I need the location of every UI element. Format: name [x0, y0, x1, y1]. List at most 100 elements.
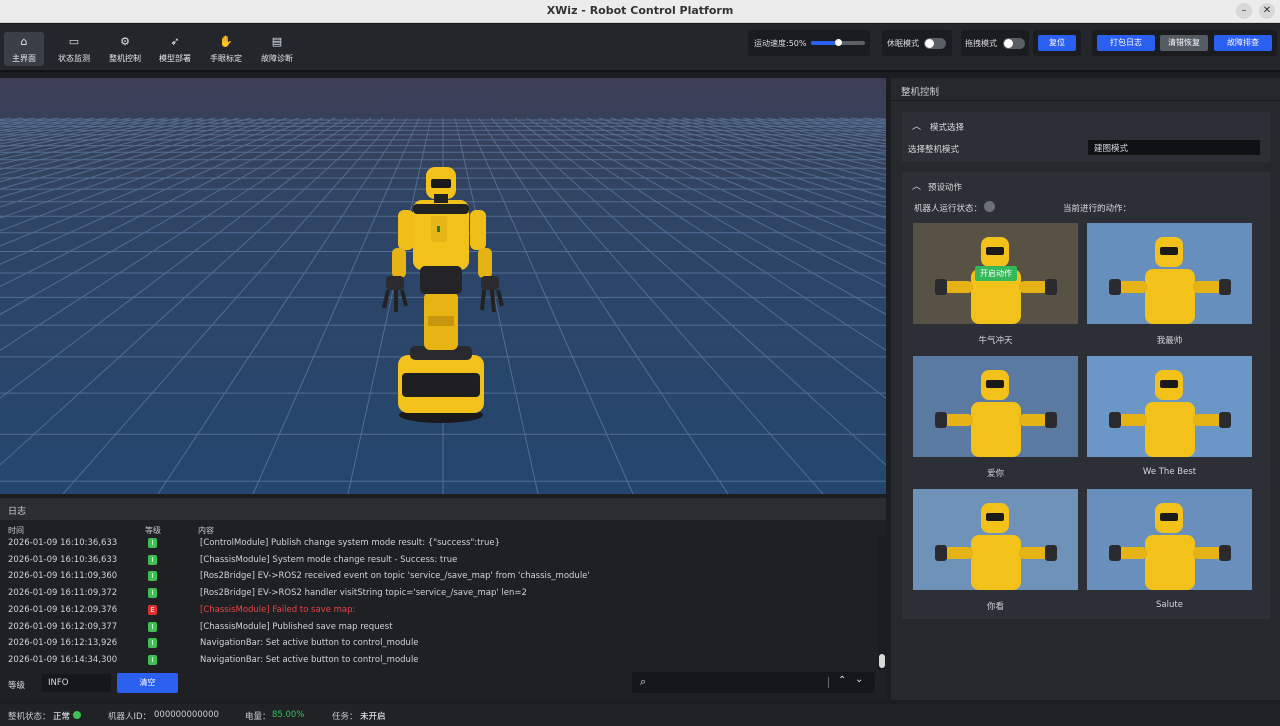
- robot-control-panel: 整机控制 ︿ 模式选择 选择整机模式 建图模式 ︿ 预设动作 机器人运行状态： …: [891, 78, 1280, 700]
- nav-hand-eye-calibration[interactable]: ✋ 手眼标定: [204, 32, 248, 66]
- pack-log-button[interactable]: 打包日志: [1097, 35, 1155, 51]
- log-row[interactable]: 2026-01-09 16:12:09,376 E [ChassisModule] …: [0, 602, 878, 618]
- log-scrollbar-thumb[interactable]: [879, 654, 885, 668]
- nav-fault-diagnosis-label: 故障诊断: [261, 54, 293, 63]
- mode-select-label: 选择整机模式: [908, 145, 960, 155]
- mode-section: ︿ 模式选择 选择整机模式 建图模式: [902, 112, 1270, 162]
- log-row[interactable]: 2026-01-09 16:11:09,372 I [Ros2Bridge] EV-…: [0, 585, 878, 601]
- search-next-button[interactable]: ⌄: [855, 674, 863, 685]
- state-label: 整机状态：: [8, 712, 51, 722]
- rocket-icon: ➶: [170, 35, 180, 48]
- log-level-badge: I: [148, 571, 157, 582]
- diagnosis-icon: ▤: [271, 35, 283, 48]
- log-scrollbar[interactable]: [878, 536, 886, 670]
- top-toolbar: ⌂ 主界面 ▭ 状态监测 ⚙ 整机控制 ➶ 模型部署 ✋ 手眼标定 ▤ 故障诊断…: [0, 24, 1280, 72]
- close-button[interactable]: ✕: [1259, 3, 1275, 19]
- clear-error-button[interactable]: 清错恢复: [1160, 35, 1208, 51]
- log-clear-button[interactable]: 清空: [117, 673, 178, 693]
- log-level-select[interactable]: INFO: [42, 674, 111, 692]
- robot-thumbnail: [913, 489, 1078, 590]
- action-card-image[interactable]: [1087, 489, 1252, 590]
- robot-thumbnail: [1087, 223, 1252, 324]
- reset-button[interactable]: 复位: [1038, 35, 1076, 51]
- troubleshoot-button[interactable]: 故障排查: [1214, 35, 1272, 51]
- log-time: 2026-01-09 16:14:34,300: [8, 654, 118, 665]
- mode-select[interactable]: 建图模式: [1088, 140, 1260, 155]
- log-time: 2026-01-09 16:12:09,376: [8, 604, 118, 615]
- nav-home[interactable]: ⌂ 主界面: [4, 32, 44, 66]
- speed-slider[interactable]: [811, 39, 865, 46]
- log-time: 2026-01-09 16:11:09,360: [8, 571, 118, 582]
- log-message: [ChassisModule] System mode change resul…: [200, 554, 458, 565]
- log-message: NavigationBar: Set active button to cont…: [200, 638, 419, 649]
- window-titlebar: XWiz - Robot Control Platform – ✕: [0, 0, 1280, 23]
- search-divider: [828, 677, 829, 688]
- robot-id-label: 机器人ID：: [108, 712, 152, 722]
- robot-control-icon: ⚙: [120, 35, 130, 48]
- state-ok-indicator: [73, 711, 81, 719]
- action-card-image[interactable]: [913, 356, 1078, 457]
- log-time: 2026-01-09 16:11:09,372: [8, 588, 118, 599]
- home-icon: ⌂: [20, 35, 28, 48]
- sleep-mode-toggle[interactable]: [924, 38, 946, 49]
- window-title: XWiz - Robot Control Platform: [546, 4, 734, 17]
- action-card-image[interactable]: [1087, 356, 1252, 457]
- log-level-label: 等级: [8, 681, 26, 691]
- drag-mode-box: 拖拽模式: [961, 30, 1029, 56]
- log-message: [ChassisModule] Published save map reque…: [200, 621, 393, 632]
- speed-slider-handle[interactable]: [835, 39, 842, 46]
- log-actions-box: 打包日志 清错恢复 故障排查: [1092, 30, 1277, 56]
- log-row[interactable]: 2026-01-09 16:12:13,926 I NavigationBar: S…: [0, 635, 878, 651]
- log-panel: 日志 时间 等级 内容 2026-01-09 16:10:36,633 I [Con…: [0, 498, 886, 700]
- reset-box: 复位: [1033, 30, 1081, 56]
- log-search-input[interactable]: [660, 675, 820, 690]
- nav-robot-control-label: 整机控制: [109, 54, 141, 63]
- log-level-badge: I: [148, 638, 157, 649]
- log-time: 2026-01-09 16:12:13,926: [8, 638, 118, 649]
- sleep-mode-box: 休眠模式: [882, 30, 952, 56]
- current-action-label: 当前进行的动作：: [1063, 204, 1132, 214]
- action-card-label: 你看: [986, 602, 1004, 612]
- speed-slider-fill: [811, 41, 838, 45]
- nav-robot-control[interactable]: ⚙ 整机控制: [103, 32, 147, 66]
- nav-status-monitor-label: 状态监测: [58, 54, 90, 63]
- nav-fault-diagnosis[interactable]: ▤ 故障诊断: [255, 32, 299, 66]
- hand-eye-icon: ✋: [219, 35, 233, 48]
- mode-collapse-icon[interactable]: ︿: [912, 119, 921, 132]
- robot-thumbnail: [1087, 489, 1252, 590]
- log-level-badge: I: [148, 621, 157, 632]
- log-row[interactable]: 2026-01-09 16:11:09,360 I [Ros2Bridge] EV-…: [0, 568, 878, 584]
- action-card-image[interactable]: [913, 489, 1078, 590]
- preset-actions-section: ︿ 预设动作 机器人运行状态： 当前进行的动作： 开启动作 牛气冲天 我最帅 爱你 We…: [902, 172, 1270, 619]
- log-message: [ControlModule] Publish change system mo…: [200, 538, 500, 548]
- log-row[interactable]: 2026-01-09 16:10:36,633 I [ChassisModule] …: [0, 552, 878, 568]
- log-row[interactable]: 2026-01-09 16:14:34,300 I NavigationBar: S…: [0, 652, 878, 668]
- monitor-icon: ▭: [68, 35, 80, 48]
- minimize-button[interactable]: –: [1236, 3, 1252, 19]
- log-level-badge: E: [148, 604, 157, 615]
- speed-box: 运动速度:50%: [748, 30, 870, 56]
- log-row[interactable]: 2026-01-09 16:12:09,377 I [ChassisModule] …: [0, 619, 878, 635]
- action-card-image[interactable]: [1087, 223, 1252, 324]
- nav-model-deploy[interactable]: ➶ 模型部署: [153, 32, 197, 66]
- log-message: [ChassisModule] Failed to save map:: [200, 604, 356, 615]
- run-state-label: 机器人运行状态：: [914, 204, 983, 214]
- action-card-image[interactable]: 开启动作: [913, 223, 1078, 324]
- task-value: 未开启: [360, 712, 386, 722]
- log-message: NavigationBar: Set active button to cont…: [200, 654, 419, 665]
- status-bar: 整机状态： 正常 机器人ID： 000000000000 电量： 85.00% …: [0, 704, 1280, 726]
- battery-label: 电量：: [245, 712, 271, 722]
- log-time: 2026-01-09 16:10:36,633: [8, 554, 118, 565]
- log-row[interactable]: 2026-01-09 16:10:36,633 I [ControlModule] …: [0, 535, 878, 551]
- nav-hand-eye-label: 手眼标定: [210, 54, 242, 63]
- drag-mode-toggle[interactable]: [1003, 38, 1025, 49]
- search-prev-button[interactable]: ⌃: [838, 675, 846, 686]
- robot-3d-viewport[interactable]: [0, 78, 886, 494]
- action-card-label: 我最帅: [1156, 336, 1183, 346]
- sleep-mode-label: 休眠模式: [887, 39, 919, 48]
- start-action-button[interactable]: 开启动作: [975, 266, 1017, 281]
- log-time: 2026-01-09 16:10:36,633: [8, 538, 118, 548]
- nav-status-monitor[interactable]: ▭ 状态监测: [52, 32, 96, 66]
- action-card-label: 牛气冲天: [978, 336, 1013, 346]
- preset-collapse-icon[interactable]: ︿: [912, 179, 921, 192]
